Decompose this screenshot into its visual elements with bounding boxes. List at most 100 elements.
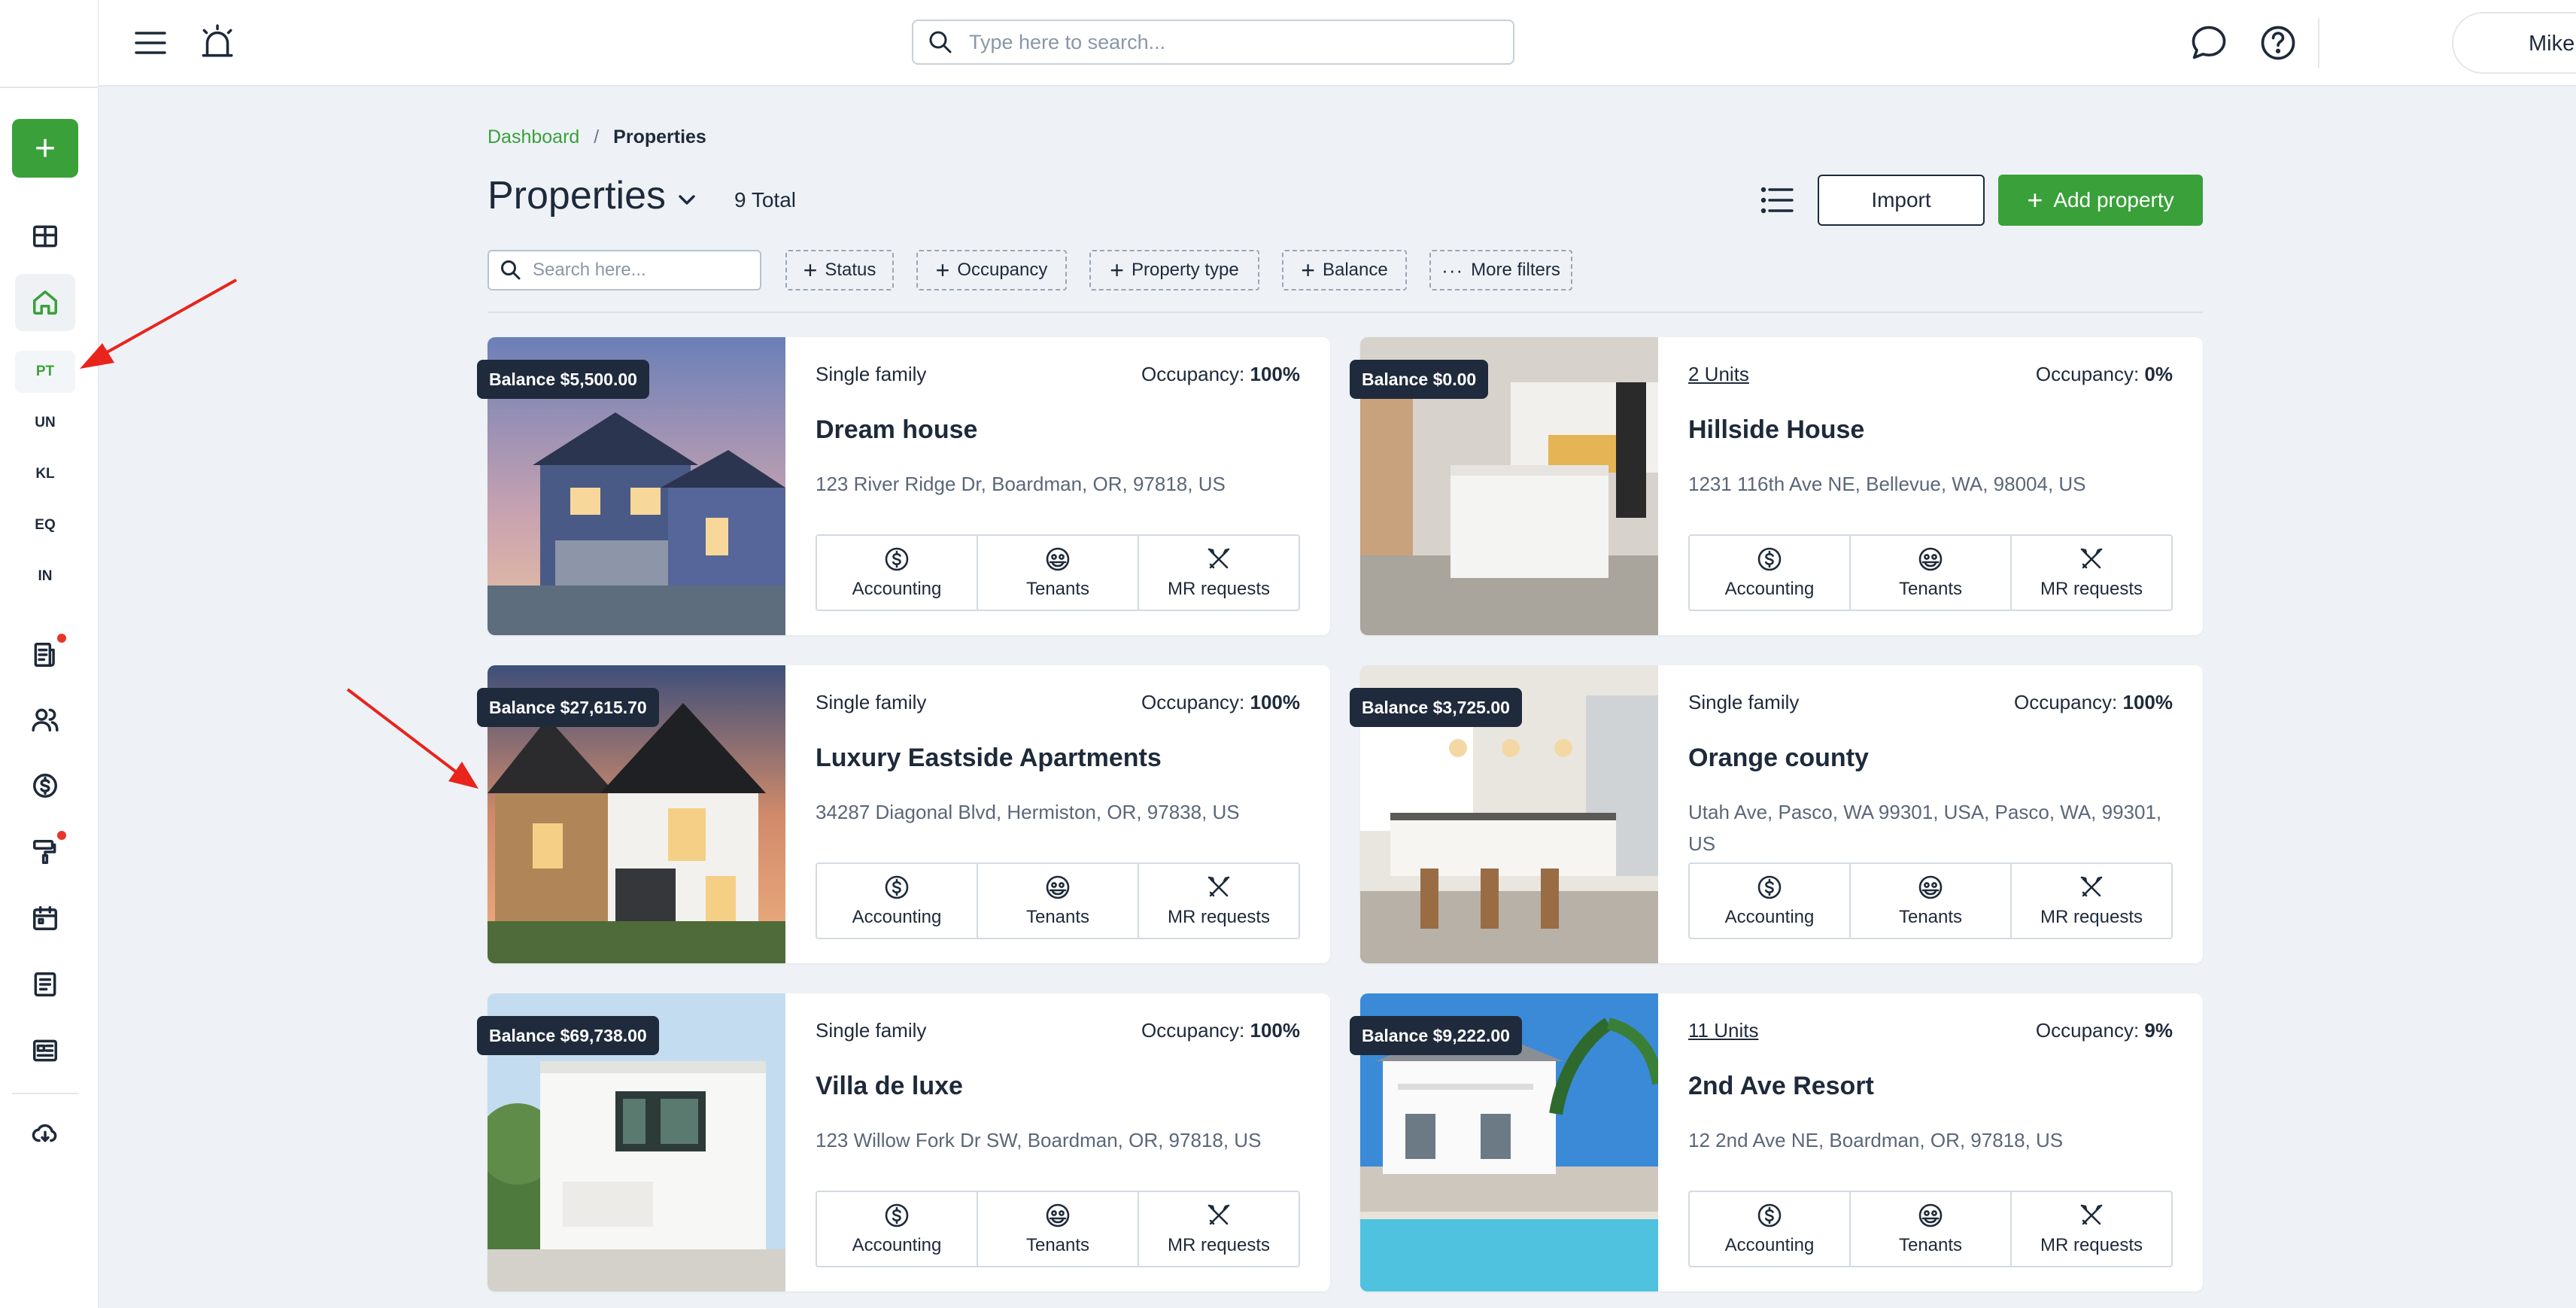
plus-icon: + [935, 257, 950, 284]
action-label: Tenants [1898, 907, 1963, 927]
action-label: Accounting [1724, 579, 1815, 599]
filter-status[interactable]: + Status [785, 250, 894, 290]
accounting-button[interactable]: Accounting [1690, 1192, 1851, 1266]
sidebar-item-notes[interactable] [15, 956, 75, 1013]
red-arrow-annotation [346, 688, 478, 789]
mr-requests-button[interactable]: MR requests [2012, 536, 2171, 610]
property-search-input[interactable] [533, 260, 751, 281]
dollar-icon [885, 875, 909, 899]
filter-occupancy[interactable]: + Occupancy [916, 250, 1067, 290]
mr-requests-button[interactable]: MR requests [1139, 536, 1299, 610]
property-name[interactable]: Villa de luxe [816, 1072, 963, 1101]
tenants-button[interactable]: Tenants [978, 864, 1139, 938]
list-icon [1760, 187, 1794, 214]
tenants-button[interactable]: Tenants [978, 1192, 1139, 1266]
breadcrumb-separator: / [594, 126, 600, 148]
quick-add-button[interactable]: + [12, 119, 78, 178]
breadcrumb: Dashboard / Properties [488, 126, 706, 148]
global-search-input[interactable] [969, 30, 1481, 54]
tenants-button[interactable]: Tenants [978, 536, 1139, 610]
global-search[interactable] [912, 20, 1514, 65]
user-name: Mike [2529, 32, 2575, 56]
accounting-button[interactable]: Accounting [817, 1192, 978, 1266]
sidebar-item-maintenance[interactable] [15, 823, 75, 881]
mr-requests-button[interactable]: MR requests [1139, 864, 1299, 938]
menu-button[interactable] [132, 24, 169, 62]
more-filters-button[interactable]: ··· More filters [1429, 250, 1572, 290]
tools-icon [2080, 1204, 2103, 1225]
import-button[interactable]: Import [1818, 175, 1985, 226]
sidebar-item-calendar[interactable] [15, 890, 75, 947]
sidebar-item-properties[interactable] [15, 274, 75, 331]
tenants-button[interactable]: Tenants [1851, 536, 2012, 610]
title-dropdown-toggle[interactable] [674, 187, 700, 212]
occupancy-value: 0% [2144, 363, 2173, 385]
action-label: MR requests [2040, 1235, 2143, 1255]
user-menu[interactable]: Mike [2452, 12, 2576, 74]
sidebar-item-documents[interactable] [15, 626, 75, 683]
property-name[interactable]: Luxury Eastside Apartments [816, 744, 1162, 773]
dollar-icon [885, 547, 909, 571]
tools-icon [1208, 1204, 1230, 1225]
property-name[interactable]: 2nd Ave Resort [1688, 1072, 1874, 1101]
action-label: Accounting [852, 1235, 942, 1255]
mr-requests-button[interactable]: MR requests [2012, 1192, 2171, 1266]
sidebar-top-divider [0, 87, 99, 88]
action-label: MR requests [1167, 907, 1271, 927]
accounting-button[interactable]: Accounting [817, 536, 978, 610]
messages-button[interactable] [2189, 23, 2229, 63]
alarm-button[interactable] [198, 23, 237, 62]
filter-balance[interactable]: + Balance [1282, 250, 1407, 290]
top-bar: Mike [99, 0, 2576, 87]
sidebar-sub-item[interactable]: UN [15, 402, 75, 444]
property-address: 1231 116th Ave NE, Bellevue, WA, 98004, … [1688, 473, 2086, 495]
add-property-button[interactable]: + Add property [1998, 175, 2203, 226]
mr-requests-button[interactable]: MR requests [2012, 864, 2171, 938]
sidebar-sub-item[interactable]: PT [15, 351, 75, 393]
property-actions: Accounting Tenants MR requests [1688, 534, 2173, 611]
sidebar: + PT UN KL EQ IN [0, 0, 99, 1308]
tools-icon [1208, 548, 1230, 569]
search-icon [501, 260, 521, 280]
action-label: MR requests [1167, 579, 1271, 599]
property-name[interactable]: Hillside House [1688, 415, 1864, 445]
dollar-icon [885, 1203, 909, 1227]
total-count: 9 Total [734, 188, 796, 211]
accounting-button[interactable]: Accounting [817, 864, 978, 938]
property-search[interactable] [488, 250, 761, 290]
sidebar-item-dashboard[interactable] [15, 208, 75, 265]
property-type[interactable]: 11 Units [1688, 1019, 1758, 1042]
property-name[interactable]: Orange county [1688, 744, 1869, 773]
property-name[interactable]: Dream house [816, 415, 977, 445]
page-title[interactable]: Properties [488, 173, 666, 218]
breadcrumb-dashboard-link[interactable]: Dashboard [488, 126, 579, 148]
dollar-icon [1757, 547, 1782, 571]
action-label: MR requests [2040, 579, 2143, 599]
occupancy-value: 100% [1250, 363, 1301, 385]
tenants-button[interactable]: Tenants [1851, 864, 2012, 938]
sidebar-sub-item[interactable]: KL [15, 453, 75, 495]
action-label: Tenants [1025, 579, 1090, 599]
sidebar-item-people[interactable] [15, 691, 75, 748]
property-type[interactable]: 2 Units [1688, 363, 1749, 386]
sidebar-item-reports[interactable] [15, 1022, 75, 1079]
list-view-toggle[interactable] [1759, 184, 1795, 217]
dollar-icon [33, 774, 57, 798]
filter-property-type[interactable]: + Property type [1089, 250, 1259, 290]
sidebar-item-accounting[interactable] [15, 757, 75, 814]
accounting-button[interactable]: Accounting [1690, 536, 1851, 610]
action-label: Tenants [1025, 907, 1090, 927]
notification-dot [57, 634, 66, 643]
tenants-button[interactable]: Tenants [1851, 1192, 2012, 1266]
cloud-download-icon [32, 1124, 57, 1142]
sidebar-sub-item[interactable]: EQ [15, 504, 75, 546]
document-icon [34, 643, 55, 667]
calendar-icon [33, 906, 57, 930]
accounting-button[interactable]: Accounting [1690, 864, 1851, 938]
sidebar-item-download[interactable] [15, 1105, 75, 1162]
action-label: Tenants [1025, 1235, 1090, 1255]
dollar-icon [1757, 1203, 1782, 1227]
help-button[interactable] [2258, 23, 2298, 63]
mr-requests-button[interactable]: MR requests [1139, 1192, 1299, 1266]
sidebar-sub-item[interactable]: IN [15, 555, 75, 598]
